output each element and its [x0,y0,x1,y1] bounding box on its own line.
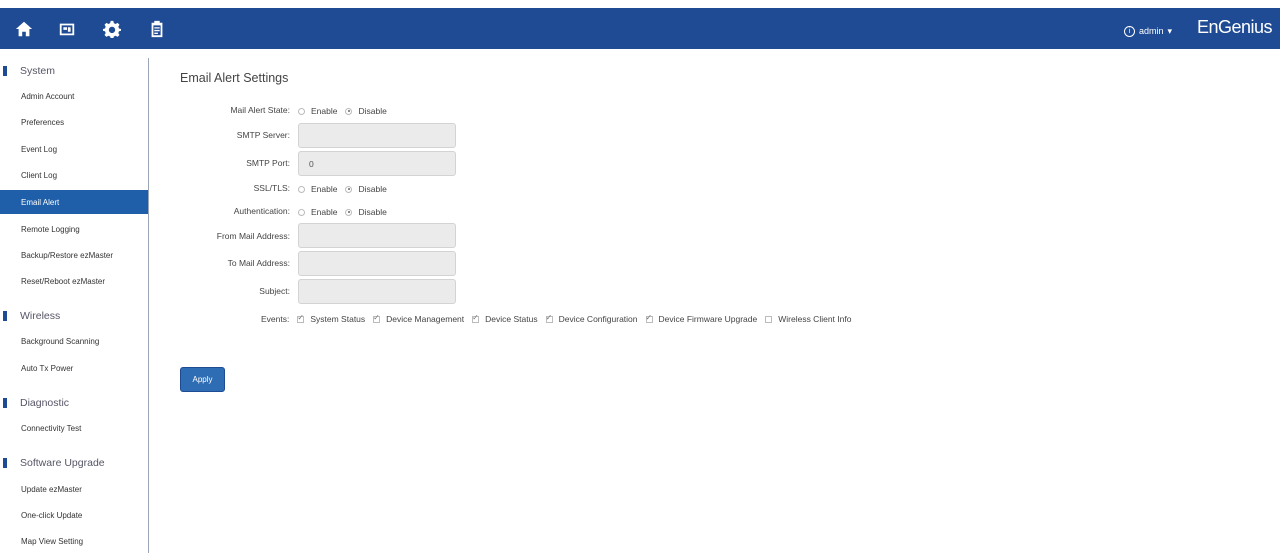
sidebar-item-reset-reboot[interactable]: Reset/Reboot ezMaster [0,269,148,293]
sidebar-item-admin-account[interactable]: Admin Account [0,84,148,108]
mail-alert-enable-radio[interactable] [298,107,305,115]
event-checkbox[interactable] [373,313,381,323]
ssl-tls-disable-radio[interactable] [345,185,353,193]
event-label: Device Firmware Upgrade [658,314,758,324]
mail-alert-state-group: Enable Disable [298,106,387,116]
section-title: System [20,65,56,77]
event-system-status[interactable]: System Status [297,313,366,324]
smtp-port-label: SMTP Port: [246,158,290,168]
from-mail-label: From Mail Address: [216,231,290,241]
smtp-port-input[interactable] [298,151,456,176]
event-device-firmware-upgrade[interactable]: Device Firmware Upgrade [645,313,758,324]
authentication-group: Enable Disable [298,207,387,217]
sidebar-item-event-log[interactable]: Event Log [0,137,148,161]
radio-label: Enable [311,207,338,217]
event-checkbox[interactable] [545,313,553,323]
authentication-enable-radio[interactable] [298,208,305,216]
home-icon[interactable] [13,18,35,40]
event-checkbox[interactable] [472,313,480,323]
sidebar-item-one-click-update[interactable]: One-click Update [0,503,148,527]
section-title: Wireless [20,310,61,322]
section-title: Diagnostic [20,397,70,409]
sidebar-item-auto-tx-power[interactable]: Auto Tx Power [0,356,148,380]
sidebar-section-software-upgrade[interactable]: Software Upgrade [0,454,105,472]
apply-button[interactable]: Apply [180,367,225,392]
event-wireless-client-info[interactable]: Wireless Client Info [765,314,851,324]
sidebar-section-diagnostic[interactable]: Diagnostic [0,394,69,412]
radio-label: Disable [358,207,387,217]
gear-icon[interactable] [101,18,123,40]
ssl-tls-label: SSL/TLS: [253,183,290,193]
mail-alert-disable-radio[interactable] [345,107,353,115]
event-checkbox[interactable] [645,313,653,323]
from-mail-input[interactable] [298,223,456,248]
section-marker [3,458,7,468]
main-content: Email Alert Settings Mail Alert State: E… [150,58,1280,553]
radio-label: Disable [358,184,387,194]
sidebar-section-wireless[interactable]: Wireless [0,307,60,325]
subject-input[interactable] [298,279,456,304]
ssl-tls-group: Enable Disable [298,184,387,194]
section-marker [3,66,7,76]
authentication-label: Authentication: [233,206,290,216]
sidebar-item-connectivity-test[interactable]: Connectivity Test [0,416,148,440]
event-device-status[interactable]: Device Status [472,313,538,324]
subject-label: Subject: [259,286,290,296]
user-menu[interactable]: i admin ▾ [1123,23,1172,39]
header-band [0,8,1280,49]
to-mail-input[interactable] [298,251,456,276]
authentication-disable-radio[interactable] [345,208,353,216]
section-marker [3,311,7,321]
sidebar-item-preferences[interactable]: Preferences [0,110,148,134]
user-name: admin [1138,26,1164,36]
event-label: Device Management [386,314,465,324]
sidebar-item-background-scanning[interactable]: Background Scanning [0,329,148,353]
ssl-tls-enable-radio[interactable] [298,185,305,193]
event-label: Device Configuration [558,314,638,324]
sidebar-item-backup-restore[interactable]: Backup/Restore ezMaster [0,243,148,267]
sidebar-section-system[interactable]: System [0,62,55,80]
sidebar-item-map-view-setting[interactable]: Map View Setting [0,529,148,553]
clipboard-icon[interactable] [146,18,168,40]
chevron-down-icon: ▾ [1167,25,1172,36]
page-title: Email Alert Settings [180,71,289,85]
top-navigation-bar: i admin ▾ EnGenius [0,0,1280,58]
mail-alert-state-label: Mail Alert State: [230,105,290,115]
user-icon: i [1123,25,1135,37]
radio-label: Disable [358,106,387,116]
event-checkbox[interactable] [765,315,773,323]
sidebar-item-update-ezmaster[interactable]: Update ezMaster [0,477,148,501]
event-checkbox[interactable] [297,313,305,323]
sidebar: System Admin Account Preferences Event L… [0,58,149,553]
sidebar-item-client-log[interactable]: Client Log [0,163,148,187]
sidebar-item-remote-logging[interactable]: Remote Logging [0,217,148,241]
event-label: System Status [310,314,366,324]
event-label: Device Status [485,314,538,324]
radio-label: Enable [311,106,338,116]
radio-label: Enable [311,184,338,194]
dashboard-icon[interactable] [56,18,78,40]
to-mail-label: To Mail Address: [227,258,290,268]
events-label: Events: [261,314,290,324]
event-label: Wireless Client Info [778,314,852,324]
event-device-configuration[interactable]: Device Configuration [545,313,638,324]
brand-logo: EnGenius [1196,17,1273,37]
smtp-server-label: SMTP Server: [236,130,290,140]
section-marker [3,398,7,408]
events-row: Events: System Status Device Management … [261,313,859,325]
sidebar-item-email-alert[interactable]: Email Alert [0,190,148,214]
event-device-management[interactable]: Device Management [373,313,465,324]
section-title: Software Upgrade [20,457,105,469]
smtp-server-input[interactable] [298,123,456,148]
